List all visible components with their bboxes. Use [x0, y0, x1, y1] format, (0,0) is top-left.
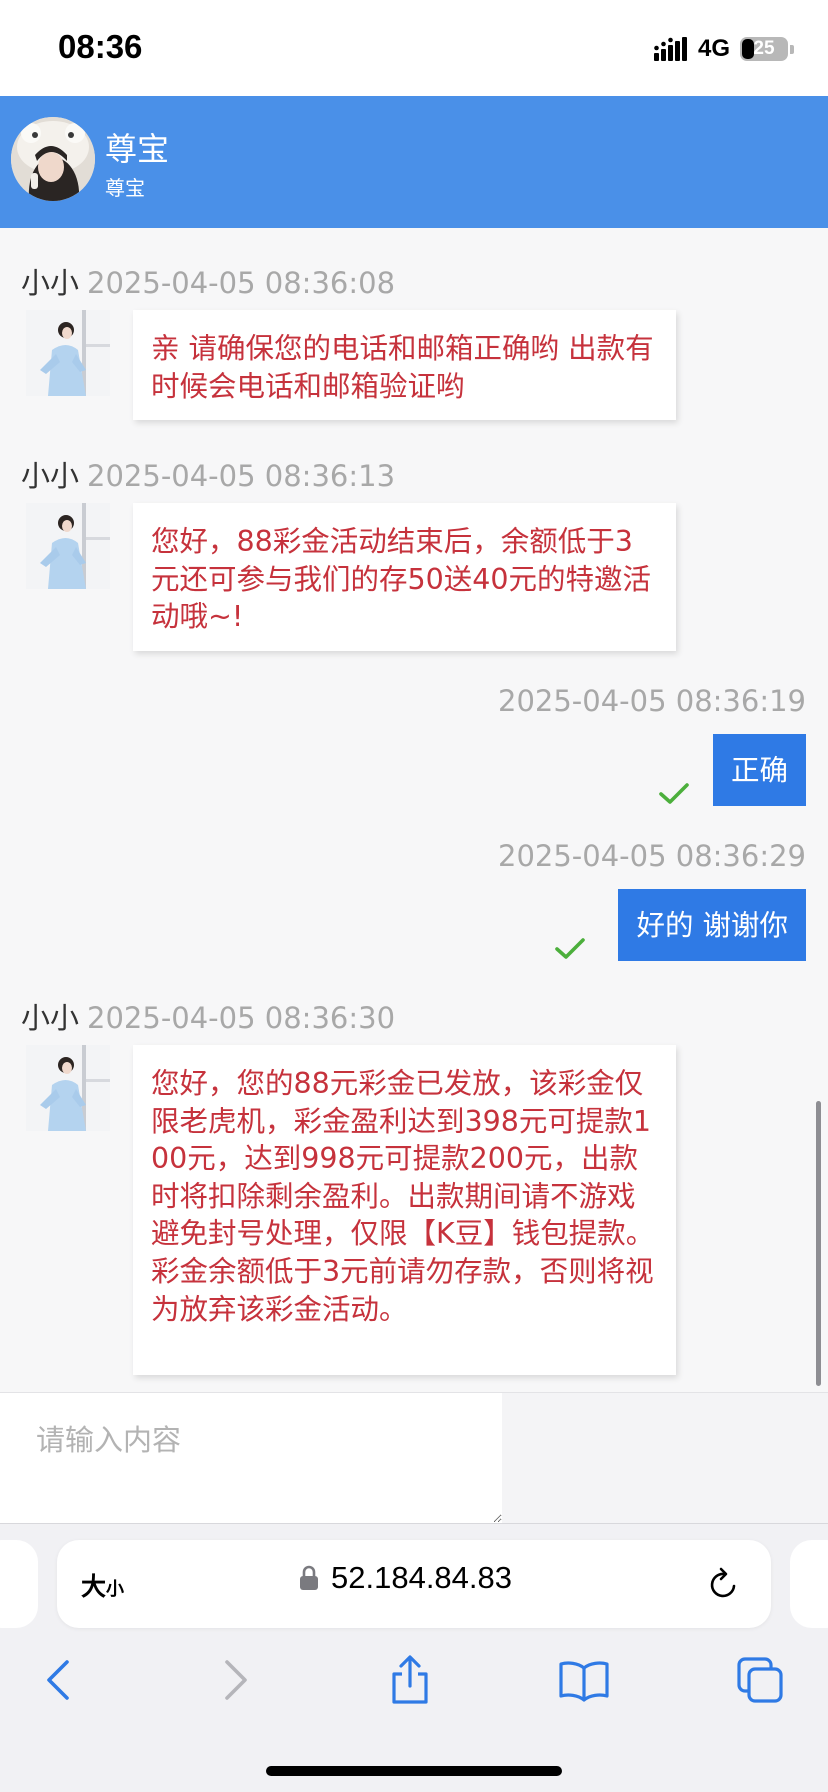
browser-chrome: 大小 52.184.84.83	[0, 1524, 828, 1792]
aa-big: 大	[81, 1572, 107, 1601]
back-icon	[47, 1660, 69, 1700]
composer	[0, 1392, 828, 1524]
read-check-icon	[659, 783, 689, 804]
back-button[interactable]	[28, 1650, 88, 1710]
message-time: 2025-04-05 08:36:30	[87, 1001, 396, 1035]
outgoing-message-bubble[interactable]: 好的 谢谢你	[618, 889, 806, 961]
url-display[interactable]: 52.184.84.83	[299, 1560, 512, 1596]
outgoing-message-bubble[interactable]: 正确	[712, 734, 806, 806]
contact-subtitle: 尊宝	[105, 176, 145, 200]
signal-icon	[653, 37, 687, 61]
battery-icon: 25	[740, 37, 788, 61]
share-icon	[392, 1655, 428, 1704]
network-type: 4G	[697, 35, 730, 62]
incoming-message-bubble[interactable]: 您好，您的88元彩金已发放，该彩金仅限老虎机，彩金盈利达到398元可提款100元…	[133, 1045, 676, 1375]
contact-name: 尊宝	[105, 130, 170, 168]
contact-avatar[interactable]	[11, 117, 95, 201]
address-bar[interactable]: 大小 52.184.84.83	[57, 1540, 771, 1628]
agent-avatar	[26, 1045, 110, 1131]
lock-icon	[300, 1565, 318, 1590]
incoming-message-bubble[interactable]: 您好，88彩金活动结束后，余额低于3元还可参与我们的存50送40元的特邀活动哦~…	[133, 503, 676, 651]
previous-tab-card[interactable]	[0, 1540, 38, 1628]
forward-icon	[225, 1660, 247, 1700]
status-time: 08:36	[58, 28, 143, 65]
sender-name: 小小	[21, 459, 80, 493]
sender-name: 小小	[21, 266, 80, 300]
battery-tip	[790, 44, 794, 54]
battery-level: 25	[753, 38, 775, 59]
bookmarks-icon	[559, 1661, 609, 1702]
message-list[interactable]: 小小 2025-04-05 08:36:08 亲 请确保您的电话和邮箱正确哟 出款…	[0, 228, 828, 1392]
status-bar: 08:36 4G 25	[0, 0, 828, 96]
message-meta: 小小 2025-04-05 08:36:08	[21, 260, 395, 302]
message-meta: 小小 2025-04-05 08:36:30	[21, 995, 395, 1037]
chat-header: 尊宝 尊宝	[0, 96, 828, 228]
message-time: 2025-04-05 08:36:29	[498, 839, 806, 873]
sender-name: 小小	[21, 1001, 80, 1035]
share-button[interactable]	[380, 1650, 440, 1710]
bookmarks-button[interactable]	[554, 1650, 614, 1710]
forward-button[interactable]	[206, 1650, 266, 1710]
next-tab-card[interactable]	[790, 1540, 828, 1628]
home-indicator[interactable]	[266, 1766, 562, 1776]
agent-avatar	[26, 310, 110, 396]
message-meta: 小小 2025-04-05 08:36:13	[21, 453, 395, 495]
reload-icon[interactable]	[707, 1566, 741, 1602]
message-input[interactable]	[0, 1393, 502, 1523]
message-time: 2025-04-05 08:36:08	[87, 266, 396, 300]
tabs-icon	[737, 1657, 783, 1703]
tabs-button[interactable]	[730, 1650, 790, 1710]
status-indicators: 4G 25	[653, 34, 794, 64]
scrollbar[interactable]	[816, 1101, 821, 1386]
incoming-message-bubble[interactable]: 亲 请确保您的电话和邮箱正确哟 出款有时候会电话和邮箱验证哟	[133, 310, 676, 420]
page-settings-button[interactable]: 大小	[81, 1567, 124, 1603]
message-time: 2025-04-05 08:36:13	[87, 459, 396, 493]
agent-avatar	[26, 503, 110, 589]
composer-side-area	[502, 1393, 828, 1523]
read-check-icon	[555, 938, 585, 959]
url-text: 52.184.84.83	[331, 1560, 513, 1595]
screen: 08:36 4G 25 尊宝 尊宝 小小 2025-04-05 08:36:08…	[0, 0, 828, 1792]
aa-small: 小	[106, 1579, 125, 1600]
message-time: 2025-04-05 08:36:19	[498, 684, 806, 718]
